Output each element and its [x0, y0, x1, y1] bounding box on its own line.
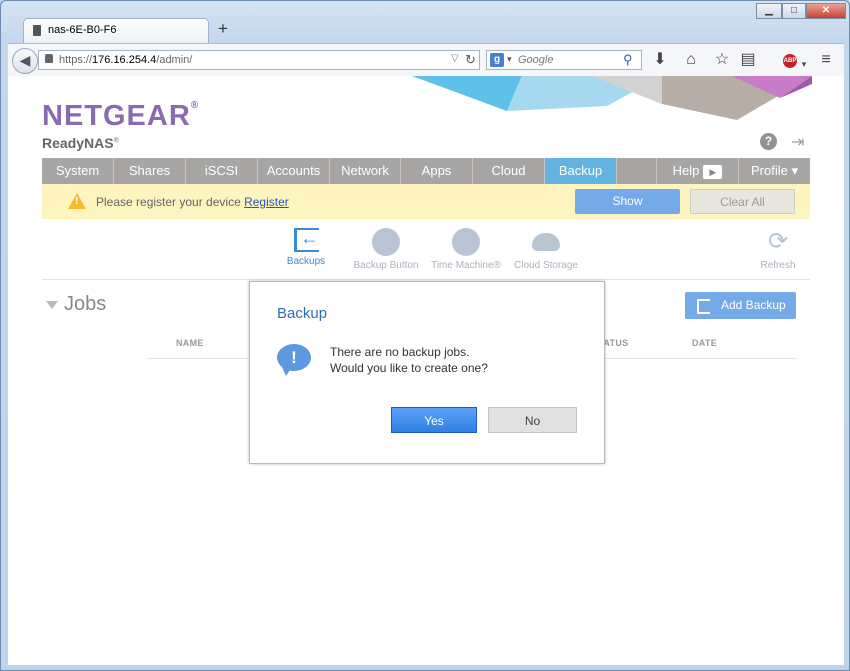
search-magnifier-icon[interactable]: ⚲ [623, 52, 633, 68]
menu-help-label: Help [672, 163, 700, 178]
menu-system[interactable]: System [42, 158, 114, 184]
refresh-label: Refresh [760, 260, 796, 271]
page-favicon-icon [33, 25, 41, 36]
divider [42, 279, 810, 280]
logout-icon[interactable]: ⇥ [791, 132, 804, 152]
url-dropdown-icon[interactable]: ▽ [451, 53, 459, 64]
show-button[interactable]: Show [575, 189, 680, 214]
bookmark-star-icon[interactable]: ☆ [712, 52, 732, 68]
menu-network[interactable]: Network [330, 158, 401, 184]
menu-cloud[interactable]: Cloud [473, 158, 545, 184]
menu-blank [617, 158, 657, 184]
menu-iscsi[interactable]: iSCSI [186, 158, 258, 184]
minimize-button[interactable]: ▁ [756, 3, 782, 19]
menu-hamburger-icon[interactable]: ≡ [816, 52, 836, 68]
help-icon[interactable]: ? [760, 133, 777, 150]
warning-icon: ! [68, 193, 86, 209]
maximize-button[interactable]: □ [782, 3, 806, 19]
google-g-icon[interactable]: g [490, 53, 504, 67]
dialog-message-line1: There are no backup jobs. [330, 345, 470, 359]
page-content: NETGEAR® ReadyNAS® ? ⇥ System Shares iSC… [8, 76, 844, 665]
menu-apps[interactable]: Apps [401, 158, 473, 184]
new-tab-button[interactable]: + [216, 19, 230, 39]
collapse-triangle-icon[interactable] [46, 300, 58, 309]
browser-window: ▁ □ ✕ nas-6E-B0-F6 + ◀ https://176.16.25… [0, 0, 850, 671]
home-icon[interactable]: ⌂ [681, 52, 701, 68]
navigation-toolbar: ◀ https://176.16.254.4/admin/ ▽ ↻ g ▾ Go… [8, 43, 844, 76]
url-text: https://176.16.254.4/admin/ [59, 54, 193, 66]
add-backup-label: Add Backup [721, 298, 786, 312]
play-video-icon[interactable]: ▶ [703, 164, 723, 179]
add-backup-button[interactable]: Add Backup [685, 292, 796, 319]
browser-tab[interactable]: nas-6E-B0-F6 [23, 18, 209, 43]
yes-button[interactable]: Yes [391, 407, 477, 433]
subtab-time-machine[interactable]: Time Machine® [429, 228, 503, 271]
clear-all-button[interactable]: Clear All [690, 189, 795, 214]
register-link[interactable]: Register [244, 195, 289, 209]
column-header-name: NAME [176, 338, 204, 348]
no-button[interactable]: No [488, 407, 577, 433]
backup-button-icon [372, 228, 400, 256]
adblock-dropdown-icon[interactable]: ▾ [794, 56, 814, 72]
subtab-backups[interactable]: Backups [280, 228, 332, 267]
netgear-logo: NETGEAR® [42, 100, 200, 132]
cloud-icon [532, 233, 560, 251]
product-name: ReadyNAS® [42, 135, 119, 151]
subtab-time-machine-label: Time Machine® [431, 260, 501, 271]
clock-icon [452, 228, 480, 256]
search-placeholder: Google [518, 54, 554, 66]
reload-icon[interactable]: ↻ [465, 52, 476, 68]
backup-arrow-icon [293, 228, 319, 252]
add-backup-icon [697, 299, 710, 314]
refresh-button[interactable]: ⟳ Refresh [756, 228, 800, 271]
download-icon[interactable]: ⬇ [650, 52, 670, 68]
close-window-button[interactable]: ✕ [806, 3, 846, 19]
backup-dialog: Backup ! There are no backup jobs. Would… [249, 281, 605, 464]
search-bar[interactable]: g ▾ Google ⚲ [486, 50, 642, 70]
notice-text: Please register your device Register [96, 195, 289, 209]
refresh-icon: ⟳ [767, 228, 789, 255]
exclamation-speech-icon: ! [277, 344, 311, 376]
bookmarks-list-icon[interactable]: ▤ [738, 52, 758, 68]
url-bar[interactable]: https://176.16.254.4/admin/ ▽ ↻ [38, 50, 480, 70]
search-engine-dropdown-icon[interactable]: ▾ [507, 54, 512, 65]
subtab-cloud-storage[interactable]: Cloud Storage [511, 228, 581, 271]
dialog-title: Backup [277, 305, 328, 322]
dialog-message-line2: Would you like to create one? [330, 361, 488, 375]
subtab-cloud-storage-label: Cloud Storage [514, 260, 578, 271]
main-menu: System Shares iSCSI Accounts Network App… [42, 158, 810, 184]
lock-icon [45, 54, 53, 63]
menu-backup[interactable]: Backup [545, 158, 617, 184]
subtab-backup-button[interactable]: Backup Button [351, 228, 421, 271]
back-arrow-icon[interactable]: ◀ [12, 48, 38, 74]
subtab-backups-label: Backups [286, 256, 326, 267]
subtab-backup-button-label: Backup Button [353, 260, 419, 271]
menu-help[interactable]: Help ▶ [657, 158, 739, 184]
registration-notice: ! Please register your device Register S… [42, 184, 810, 219]
header-banner-graphic [412, 76, 812, 120]
menu-accounts[interactable]: Accounts [258, 158, 330, 184]
jobs-heading[interactable]: Jobs [46, 293, 106, 316]
column-header-date: DATE [692, 338, 718, 348]
menu-shares[interactable]: Shares [114, 158, 186, 184]
menu-profile[interactable]: Profile ▾ [739, 158, 810, 184]
tab-title: nas-6E-B0-F6 [48, 24, 117, 36]
